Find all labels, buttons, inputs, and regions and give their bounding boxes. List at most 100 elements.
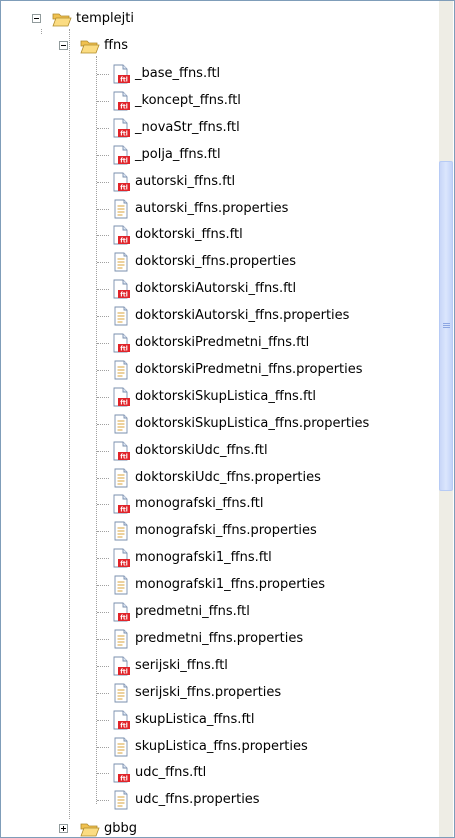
tree-file-label[interactable]: serijski_ffns.ftl (135, 658, 228, 674)
svg-text:ftl: ftl (120, 292, 128, 299)
tree-file-label[interactable]: _polja_ffns.ftl (135, 147, 221, 163)
tree-file-label[interactable]: autorski_ffns.ftl (135, 174, 235, 190)
tree-file-label[interactable]: monografski_ffns.properties (135, 523, 317, 539)
svg-text:ftl: ftl (120, 669, 128, 676)
tree-file-label[interactable]: doktorski_ffns.properties (135, 254, 296, 270)
tree-file-label[interactable]: doktorskiAutorski_ffns.properties (135, 308, 349, 324)
collapse-toggle[interactable] (32, 14, 41, 23)
tree-file-label[interactable]: monografski1_ffns.ftl (135, 550, 272, 566)
tree-connector (97, 101, 109, 102)
tree-connector (97, 155, 109, 156)
collapse-toggle[interactable] (59, 41, 68, 50)
tree-file-label[interactable]: monografski_ffns.ftl (135, 496, 264, 512)
properties-file-icon (111, 414, 131, 434)
tree-file-label[interactable]: _koncept_ffns.ftl (135, 93, 241, 109)
properties-file-icon (111, 629, 131, 649)
properties-file-icon (111, 790, 131, 810)
properties-file-icon (111, 306, 131, 326)
ftl-template-file-icon: ftl (111, 763, 131, 783)
tree-file-label[interactable]: serijski_ffns.properties (135, 685, 281, 701)
tree-connector (97, 720, 109, 721)
tree-node-label[interactable]: templejti (76, 11, 134, 27)
tree-connector (97, 128, 109, 129)
tree-connector (97, 773, 109, 774)
svg-text:ftl: ftl (120, 131, 128, 138)
ftl-template-file-icon: ftl (111, 602, 131, 622)
ftl-template-file-icon: ftl (111, 710, 131, 730)
tree-connector (97, 612, 109, 613)
svg-text:ftl: ftl (120, 561, 128, 568)
ftl-template-file-icon: ftl (111, 656, 131, 676)
tree-file-label[interactable]: predmetni_ffns.ftl (135, 604, 250, 620)
tree-file-label[interactable]: doktorskiUdc_ffns.ftl (135, 443, 268, 459)
tree-node-label[interactable]: ffns (104, 38, 128, 54)
properties-file-icon (111, 252, 131, 272)
tree-file-label[interactable]: monografski1_ffns.properties (135, 577, 325, 593)
svg-text:ftl: ftl (120, 723, 128, 730)
tree-connector (97, 209, 109, 210)
ftl-template-file-icon: ftl (111, 441, 131, 461)
tree-connector (97, 316, 109, 317)
tree-connector (97, 693, 109, 694)
tree-node-label[interactable]: gbbg (104, 821, 137, 837)
file-tree[interactable]: templejti ffns ftl _base_ffns.ftlftl _konc… (1, 1, 441, 837)
tree-file-label[interactable]: skupListica_ffns.properties (135, 739, 308, 755)
tree-file-label[interactable]: doktorskiUdc_ffns.properties (135, 470, 321, 486)
open-folder-icon (80, 819, 100, 837)
tree-connector (97, 558, 109, 559)
tree-file-label[interactable]: doktorskiPredmetni_ffns.ftl (135, 335, 309, 351)
tree-file-label[interactable]: doktorskiSkupListica_ffns.ftl (135, 389, 316, 405)
tree-connector (97, 531, 109, 532)
tree-connector (97, 262, 109, 263)
tree-connector (97, 343, 109, 344)
tree-file-label[interactable]: udc_ffns.properties (135, 792, 260, 808)
properties-file-icon (111, 360, 131, 380)
tree-connector (97, 504, 109, 505)
tree-connector (69, 29, 70, 819)
vertical-scrollbar[interactable] (439, 1, 453, 837)
tree-file-label[interactable]: doktorskiPredmetni_ffns.properties (135, 362, 363, 378)
svg-text:ftl: ftl (120, 776, 128, 783)
svg-text:ftl: ftl (120, 104, 128, 111)
tree-connector (96, 56, 97, 804)
tree-file-label[interactable]: _base_ffns.ftl (135, 66, 220, 82)
package-explorer-panel: templejti ffns ftl _base_ffns.ftlftl _konc… (0, 0, 455, 838)
tree-connector (97, 289, 109, 290)
svg-text:ftl: ftl (120, 346, 128, 353)
tree-file-label[interactable]: udc_ffns.ftl (135, 765, 206, 781)
tree-connector (97, 666, 109, 667)
tree-connector (97, 747, 109, 748)
svg-text:ftl: ftl (120, 158, 128, 165)
tree-file-label[interactable]: doktorskiSkupListica_ffns.properties (135, 416, 369, 432)
tree-connector (97, 370, 109, 371)
scrollbar-thumb[interactable] (439, 161, 453, 491)
ftl-template-file-icon: ftl (111, 225, 131, 245)
tree-file-label[interactable]: autorski_ffns.properties (135, 201, 288, 217)
tree-connector (97, 397, 109, 398)
tree-connector (41, 29, 42, 34)
tree-file-label[interactable]: _novaStr_ffns.ftl (135, 120, 240, 136)
tree-file-label[interactable]: doktorski_ffns.ftl (135, 227, 243, 243)
tree-file-label[interactable]: skupListica_ffns.ftl (135, 712, 255, 728)
svg-text:ftl: ftl (120, 238, 128, 245)
svg-text:ftl: ftl (120, 615, 128, 622)
ftl-template-file-icon: ftl (111, 91, 131, 111)
tree-file-label[interactable]: doktorskiAutorski_ffns.ftl (135, 281, 296, 297)
expand-toggle[interactable] (59, 824, 68, 833)
svg-text:ftl: ftl (120, 507, 128, 514)
ftl-template-file-icon: ftl (111, 145, 131, 165)
properties-file-icon (111, 521, 131, 541)
tree-connector (97, 74, 109, 75)
properties-file-icon (111, 468, 131, 488)
ftl-template-file-icon: ftl (111, 172, 131, 192)
tree-connector (97, 800, 109, 801)
tree-connector (97, 478, 109, 479)
ftl-template-file-icon: ftl (111, 387, 131, 407)
tree-connector (97, 585, 109, 586)
ftl-template-file-icon: ftl (111, 548, 131, 568)
ftl-template-file-icon: ftl (111, 494, 131, 514)
tree-connector (97, 182, 109, 183)
open-folder-icon (80, 36, 100, 56)
tree-file-label[interactable]: predmetni_ffns.properties (135, 631, 303, 647)
tree-connector (97, 235, 109, 236)
